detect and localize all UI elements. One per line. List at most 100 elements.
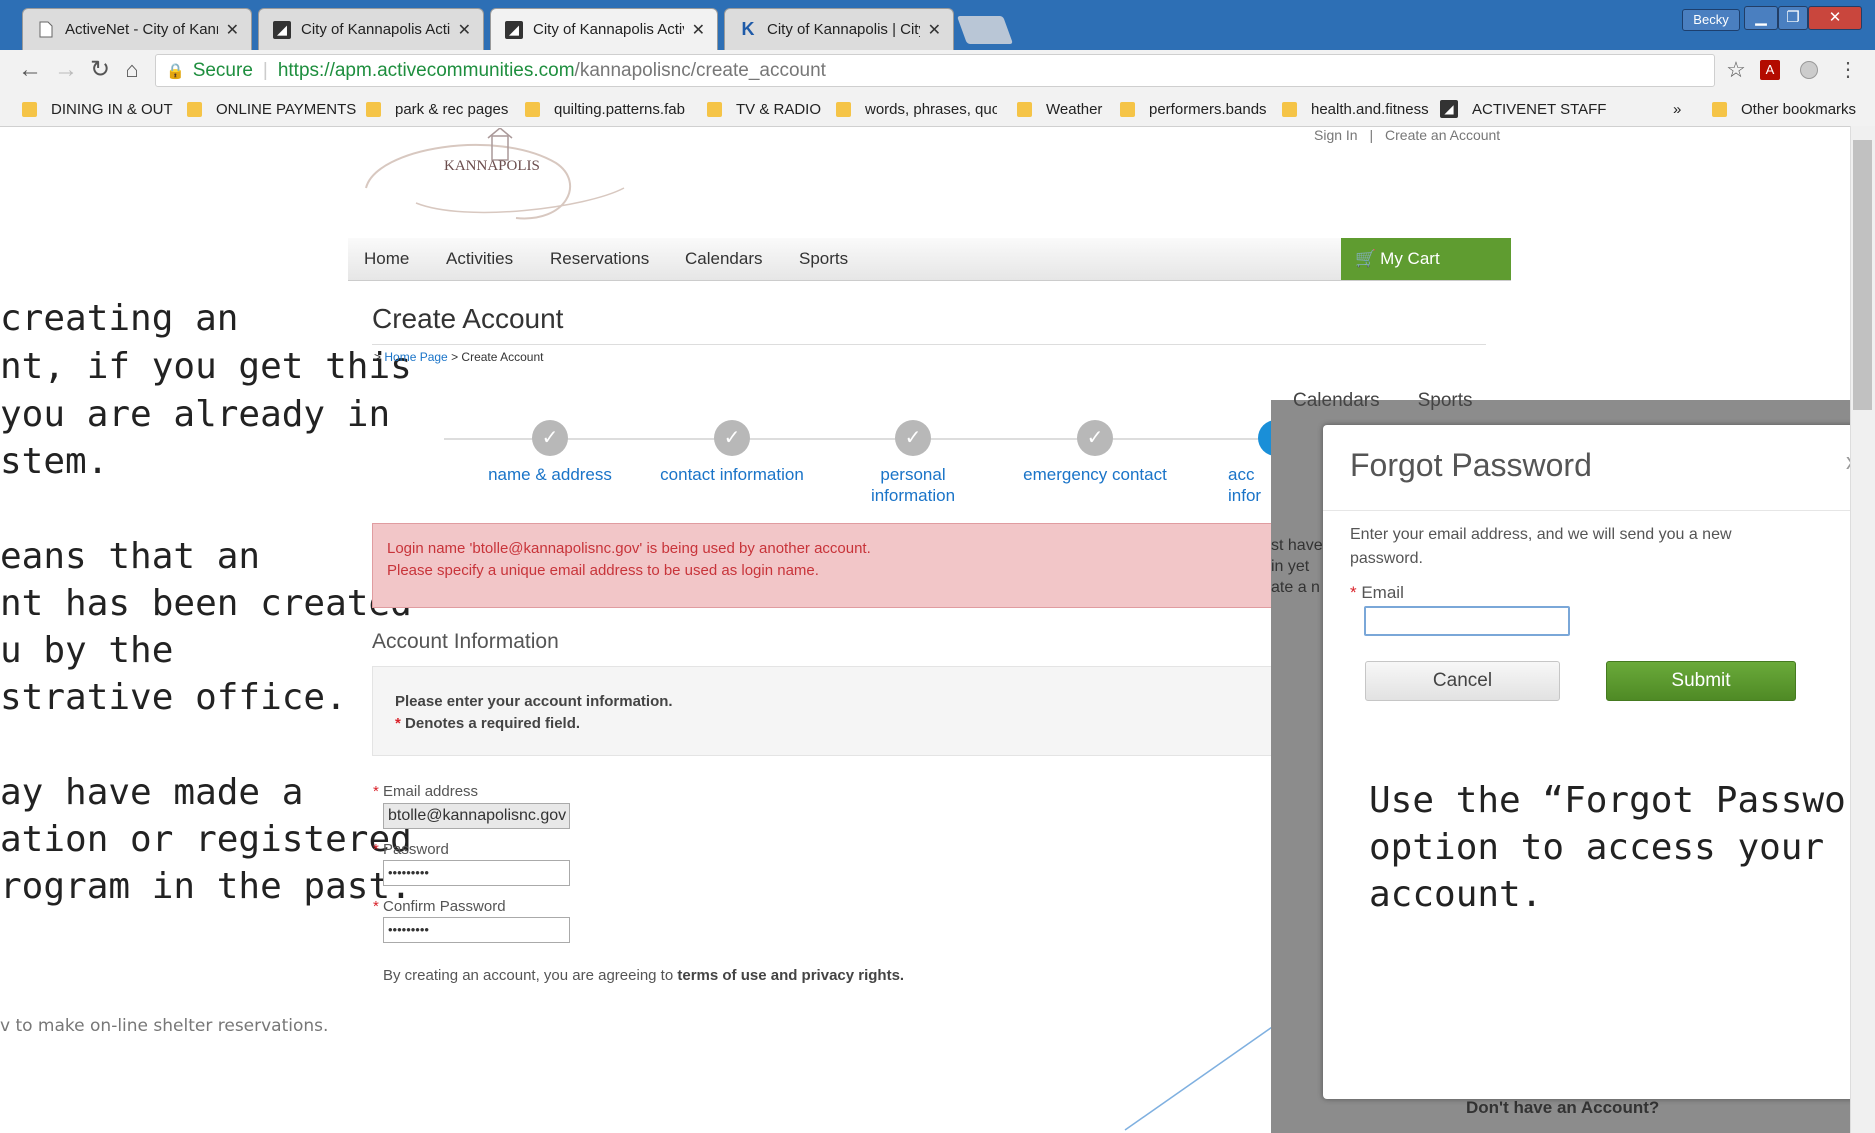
info-panel: Please enter your account information. *…: [372, 666, 1372, 756]
bookmark-other[interactable]: Other bookmarks: [1712, 92, 1856, 126]
extension-icon[interactable]: [1800, 61, 1818, 79]
info-text: Please enter your account information.: [395, 693, 673, 710]
backdrop-text-line: ate a n: [1271, 579, 1320, 596]
bookmark-label: ONLINE PAYMENTS: [216, 100, 357, 118]
nav-home[interactable]: Home: [364, 238, 409, 280]
close-tab-icon[interactable]: ✕: [692, 20, 705, 40]
modal-email-label-text: Email: [1361, 583, 1404, 602]
back-arrow-icon[interactable]: ←: [14, 54, 46, 86]
slide-text-line: ay have made a: [0, 772, 304, 813]
forgot-password-modal: Forgot Password x Enter your email addre…: [1323, 425, 1875, 1099]
maximize-icon[interactable]: ❐: [1778, 6, 1808, 30]
tab-title: ActiveNet - City of Kanna: [65, 21, 218, 38]
close-tab-icon[interactable]: ✕: [928, 20, 941, 40]
terms-text: By creating an account, you are agreeing…: [383, 967, 904, 984]
step-contact-information[interactable]: contact information: [652, 464, 812, 485]
minimize-icon[interactable]: ▁: [1744, 6, 1778, 30]
folder-icon: [1120, 101, 1135, 117]
modal-email-input[interactable]: [1364, 606, 1570, 636]
bookmark-activenet-staff[interactable]: ◢ ACTIVENET STAFF: [1440, 92, 1606, 126]
bookmark-health[interactable]: health.and.fitness: [1282, 92, 1429, 126]
bookmarks-overflow-button[interactable]: »: [1673, 92, 1681, 126]
link-separator: |: [1369, 127, 1374, 143]
account-links: Sign In | Create an Account: [1314, 127, 1500, 143]
required-asterisk: *: [373, 783, 384, 800]
kannapolis-logo[interactable]: KANNAPOLIS: [356, 127, 628, 228]
breadcrumb-home-link[interactable]: Home Page: [384, 350, 447, 364]
home-icon[interactable]: ⌂: [116, 54, 148, 86]
browser-tab-activenet[interactable]: ActiveNet - City of Kanna ✕: [22, 8, 252, 50]
bookmark-quilting[interactable]: quilting.patterns.fab: [525, 92, 692, 126]
my-cart-button[interactable]: 🛒 My Cart: [1341, 238, 1511, 280]
required-asterisk: *: [373, 841, 384, 858]
step-check-icon: ✓: [895, 420, 931, 456]
close-tab-icon[interactable]: ✕: [226, 20, 239, 40]
bookmark-words[interactable]: words, phrases, quot: [836, 92, 997, 126]
password-field[interactable]: •••••••••: [383, 860, 570, 886]
no-account-text: Don't have an Account?: [1466, 1098, 1660, 1117]
section-title: Account Information: [372, 630, 559, 653]
address-separator: |: [262, 59, 268, 81]
folder-icon: [1712, 101, 1727, 117]
modal-email-label: * Email: [1350, 583, 1404, 603]
logo-swoosh-icon: [365, 127, 625, 220]
forward-arrow-icon[interactable]: →: [50, 54, 82, 86]
step-personal-information[interactable]: personal information: [833, 464, 993, 506]
new-tab-button[interactable]: [956, 16, 1014, 44]
nav-calendars[interactable]: Calendars: [685, 238, 763, 280]
confirm-password-label: * Confirm Password: [373, 898, 506, 915]
bookmark-tv-radio[interactable]: TV & RADIO: [707, 92, 821, 126]
address-bar[interactable]: 🔒 Secure | https://apm.activecommunities…: [155, 54, 1715, 87]
tab-title: City of Kannapolis | City o: [767, 21, 920, 38]
pdf-extension-icon[interactable]: A: [1760, 60, 1780, 80]
slide-text-line: ation or registered: [0, 819, 412, 860]
folder-icon: [187, 101, 202, 117]
cart-label: My Cart: [1380, 249, 1440, 268]
step-name-address[interactable]: name & address: [470, 464, 630, 485]
browser-tab-kannapolis-1[interactable]: ◢ City of Kannapolis Activit ✕: [258, 8, 484, 50]
tab-title: City of Kannapolis Activit: [301, 21, 450, 38]
menu-kebab-icon[interactable]: ⋮: [1832, 54, 1864, 86]
kannapolis-k-icon: K: [741, 19, 755, 39]
sign-in-link[interactable]: Sign In: [1314, 127, 1358, 143]
step-emergency-contact[interactable]: emergency contact: [1015, 464, 1175, 485]
close-tab-icon[interactable]: ✕: [458, 20, 471, 40]
nav-sports[interactable]: Sports: [799, 238, 848, 280]
nav-activities[interactable]: Activities: [446, 238, 513, 280]
nav-reservations[interactable]: Reservations: [550, 238, 649, 280]
close-window-icon[interactable]: ✕: [1808, 6, 1862, 30]
error-line: Please specify a unique email address to…: [387, 562, 819, 579]
reload-icon[interactable]: ↻: [84, 54, 116, 86]
browser-tab-kannapolis-city[interactable]: K City of Kannapolis | City o ✕: [724, 8, 954, 50]
browser-tab-kannapolis-active[interactable]: ◢ City of Kannapolis Activit ✕: [490, 8, 718, 50]
bookmarks-bar: DINING IN & OUT ONLINE PAYMENTS park & r…: [0, 92, 1875, 127]
confirm-password-field[interactable]: •••••••••: [383, 917, 570, 943]
backdrop-nav-item: Sports: [1417, 390, 1473, 411]
step-account-information[interactable]: acc infor: [1228, 464, 1273, 506]
bookmark-star-icon[interactable]: ☆: [1720, 54, 1752, 86]
email-field[interactable]: btolle@kannapolisnc.gov: [383, 803, 570, 829]
cancel-button[interactable]: Cancel: [1365, 661, 1560, 701]
bookmark-online-payments[interactable]: ONLINE PAYMENTS: [187, 92, 356, 126]
folder-icon: [1017, 101, 1032, 117]
create-account-link[interactable]: Create an Account: [1385, 127, 1500, 143]
bookmark-label: words, phrases, quot: [865, 100, 997, 118]
error-alert: Login name 'btolle@kannapolisnc.gov' is …: [372, 523, 1372, 608]
bookmark-dining[interactable]: DINING IN & OUT: [22, 92, 173, 126]
bookmark-performers[interactable]: performers.bands: [1120, 92, 1267, 126]
email-label: * Email address: [373, 783, 478, 800]
modal-instruction: Enter your email address, and we will se…: [1350, 526, 1732, 567]
bookmark-weather[interactable]: Weather: [1017, 92, 1102, 126]
submit-button[interactable]: Submit: [1606, 661, 1796, 701]
scrollbar-thumb[interactable]: [1853, 140, 1872, 410]
required-asterisk: *: [395, 715, 406, 732]
slide-decoration-line: [1124, 1024, 1276, 1131]
folder-icon: [836, 101, 851, 117]
bookmark-park-rec[interactable]: park & rec pages: [366, 92, 508, 126]
step-check-icon: ✓: [714, 420, 750, 456]
terms-link[interactable]: terms of use and privacy rights.: [677, 967, 904, 984]
required-note: * Denotes a required field.: [395, 715, 580, 732]
lock-icon: 🔒: [166, 62, 185, 80]
chrome-user-badge[interactable]: Becky: [1682, 9, 1740, 31]
folder-icon: [707, 101, 722, 117]
